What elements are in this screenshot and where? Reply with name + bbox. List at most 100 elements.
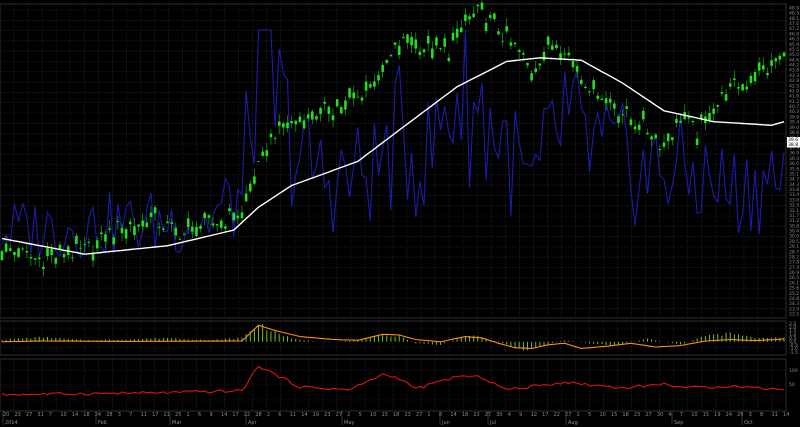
date-label-day: 14 [783, 412, 789, 418]
candle [542, 51, 546, 61]
date-label-day: 9 [209, 412, 212, 418]
candle [215, 224, 219, 226]
axis-label-price: 38.6 [789, 130, 799, 136]
axis-label-price: 45.0 [789, 52, 799, 58]
candle [393, 42, 397, 45]
candle [191, 226, 194, 232]
candle [530, 73, 533, 81]
candle [228, 208, 231, 212]
axis-label-price: 47.2 [789, 26, 799, 32]
date-label-day: 4 [508, 412, 511, 418]
candle [261, 151, 264, 156]
candle [426, 36, 430, 44]
candle [253, 176, 256, 184]
candle [650, 136, 653, 140]
candle [4, 243, 8, 252]
date-label-day: 8 [760, 412, 763, 418]
axis-label-price: 42.0 [789, 88, 799, 94]
axis-label-price: 36.0 [789, 161, 799, 167]
candle [753, 72, 757, 82]
candle [112, 237, 116, 245]
candle [385, 59, 389, 64]
date-label-day: 3 [118, 412, 121, 418]
date-label-day: 19 [714, 412, 720, 418]
date-label-month: Sep [674, 420, 683, 426]
candle [621, 114, 624, 116]
candle [766, 72, 769, 76]
date-label-day: 25 [175, 412, 181, 418]
candle [71, 257, 74, 259]
candle [50, 249, 53, 256]
candle [534, 68, 538, 72]
candle [451, 32, 455, 41]
date-label-day: 27 [645, 412, 651, 418]
candle [418, 51, 422, 56]
date-label-day: 14 [301, 412, 307, 418]
axis-label-price: 30.8 [789, 223, 799, 229]
axis-label-price: 44.2 [789, 63, 799, 69]
candle [335, 99, 339, 107]
axis-label-price: 35.1 [789, 171, 799, 177]
date-label-day: 31 [37, 412, 43, 418]
candle [265, 150, 269, 157]
candle [298, 116, 302, 123]
candle [306, 114, 310, 119]
date-label-day: 28 [255, 412, 261, 418]
axis-label-price: 41.2 [789, 99, 799, 105]
candle [170, 222, 173, 224]
date-label-day: 23 [14, 412, 20, 418]
date-label-day: 17 [152, 412, 158, 418]
date-label-month: May [344, 420, 354, 426]
candle [501, 40, 504, 42]
axis-label-price: 24.8 [789, 296, 799, 302]
date-label-day: 18 [393, 412, 399, 418]
candle [571, 61, 575, 68]
axis-label-price: 40.7 [789, 104, 799, 110]
axis-label-price: 48.5 [789, 11, 799, 17]
date-label-day: 5 [588, 412, 591, 418]
candle [124, 229, 128, 239]
candle [538, 63, 542, 66]
candle [414, 39, 418, 49]
candle [211, 223, 215, 226]
date-label-day: 14 [450, 412, 456, 418]
date-label-day: 4 [668, 412, 671, 418]
candle [232, 212, 236, 221]
date-label-day: 27 [26, 412, 32, 418]
candle [493, 13, 496, 20]
candle [327, 106, 331, 114]
candle [596, 95, 600, 99]
axis-label-price: 45.9 [789, 42, 799, 48]
axis-label-price: 43.3 [789, 73, 799, 79]
candle [613, 103, 616, 109]
candle [757, 62, 761, 71]
date-label-day: 22 [554, 412, 560, 418]
candle [712, 108, 715, 114]
candle [402, 37, 405, 38]
candle [381, 64, 384, 72]
date-label-month: Oct [744, 420, 753, 426]
candle [579, 79, 583, 84]
date-label-day: 10 [370, 412, 376, 418]
axis-label-price: 36.9 [789, 151, 799, 157]
candle [87, 241, 91, 243]
candle [352, 92, 355, 99]
axis-label-price: 26.1 [789, 280, 799, 286]
axis-label-price: 39.0 [789, 125, 799, 131]
trading-chart: 48.9 48.5 48.1 47.6 47.2 46.8 46.3 45.9 45.5 45.0… [0, 0, 800, 427]
candle [240, 212, 244, 219]
candle [513, 42, 517, 45]
axis-label-price: 39.4 [789, 120, 799, 126]
candle [505, 26, 509, 32]
date-label-day: 18 [83, 412, 89, 418]
candle [128, 221, 132, 225]
candle [360, 97, 364, 101]
axis-label-price: 28.2 [789, 254, 799, 260]
axis-label-price: 36.4 [789, 156, 799, 162]
candle [716, 104, 720, 107]
date-label-day: 18 [622, 412, 628, 418]
candle [157, 227, 161, 228]
axis-label-price: 28.7 [789, 249, 799, 255]
date-label-day: 27 [336, 412, 342, 418]
date-label-day: 11 [141, 412, 147, 418]
